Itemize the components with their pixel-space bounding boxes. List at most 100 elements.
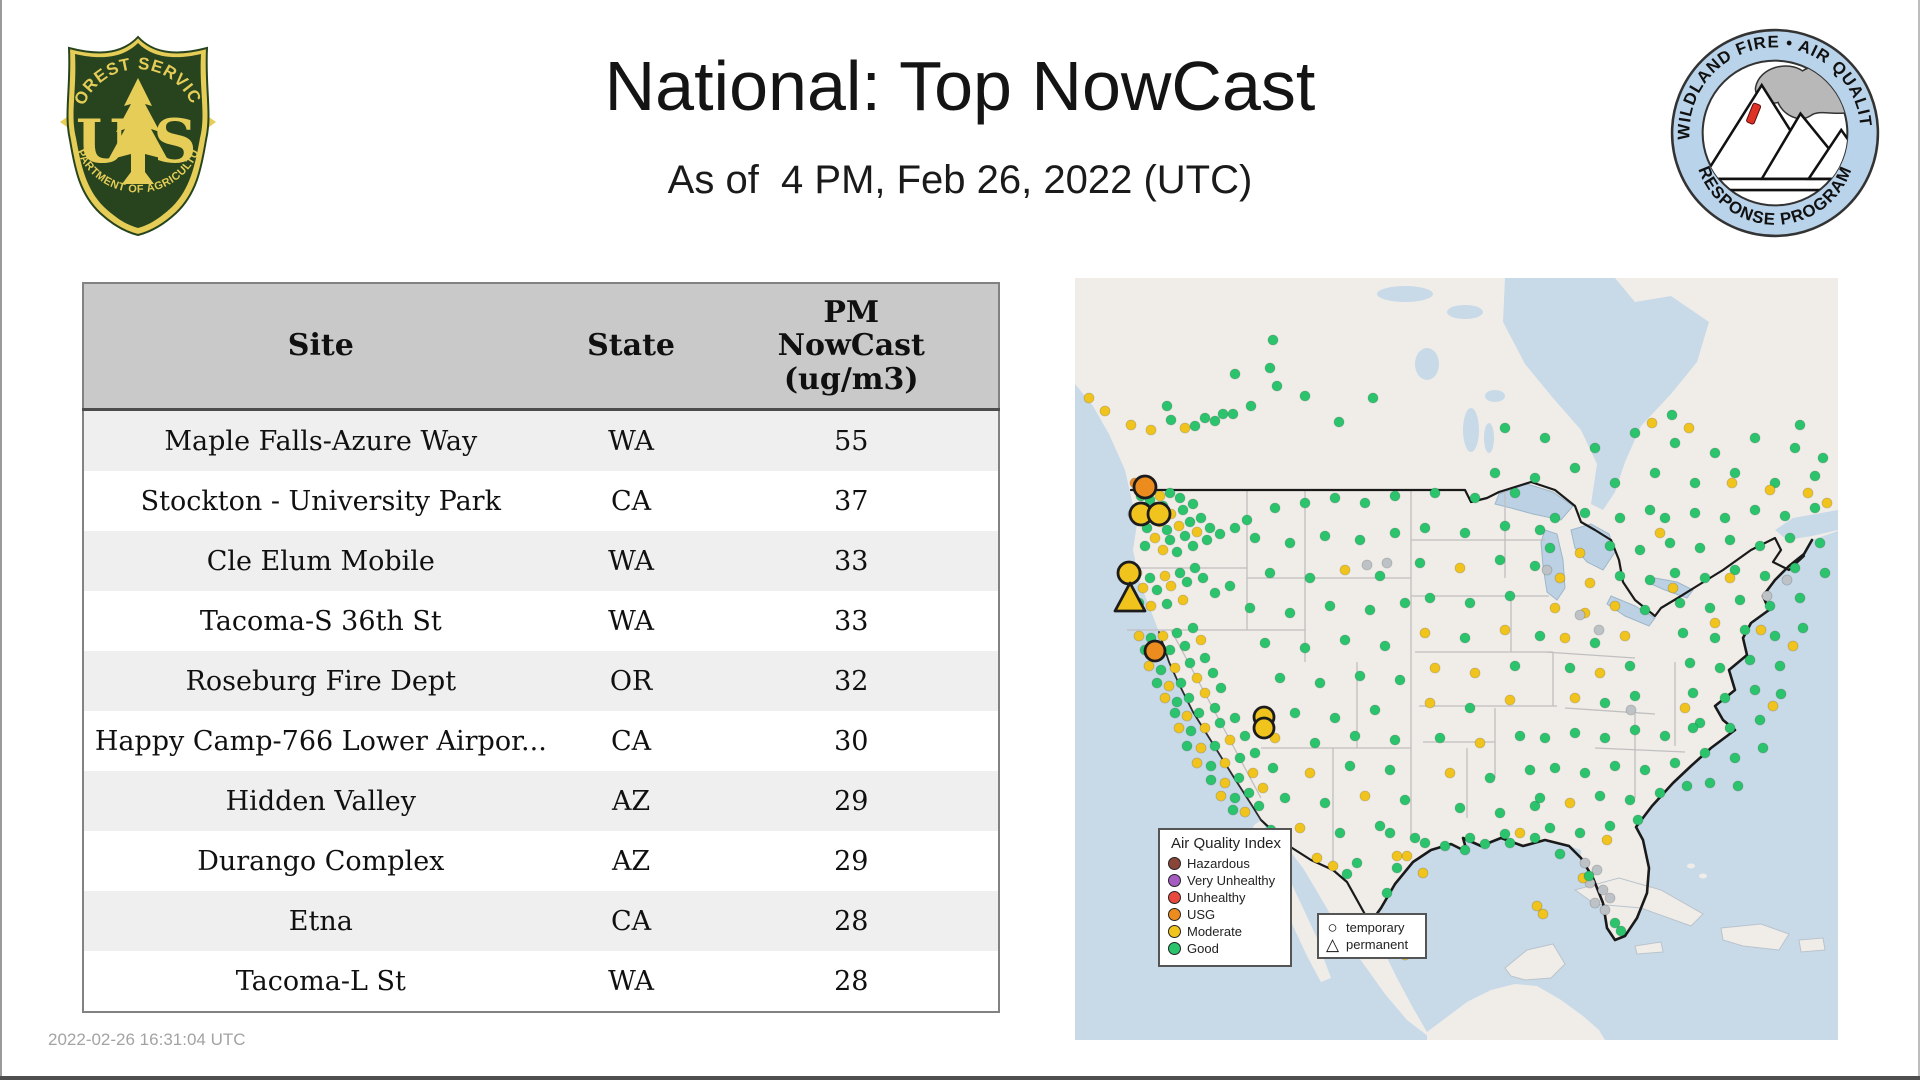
monitor-dot[interactable] xyxy=(1624,660,1636,672)
monitor-dot[interactable] xyxy=(1171,696,1183,708)
monitor-dot[interactable] xyxy=(1684,657,1696,669)
monitor-dot[interactable] xyxy=(1349,730,1361,742)
monitor-dot[interactable] xyxy=(1344,760,1356,772)
monitor-dot[interactable] xyxy=(1319,530,1331,542)
monitor-dot[interactable] xyxy=(1157,544,1169,556)
monitor-dot[interactable] xyxy=(1509,487,1521,499)
monitor-dot[interactable] xyxy=(1689,507,1701,519)
monitor-dot[interactable] xyxy=(1644,574,1656,586)
highlight-marker-circle[interactable] xyxy=(1252,716,1276,740)
monitor-dot[interactable] xyxy=(1179,530,1191,542)
monitor-dot[interactable] xyxy=(1469,667,1481,679)
monitor-dot[interactable] xyxy=(1219,757,1231,769)
monitor-dot[interactable] xyxy=(1604,540,1616,552)
monitor-dot[interactable] xyxy=(1667,582,1679,594)
monitor-dot[interactable] xyxy=(1284,607,1296,619)
monitor-dot[interactable] xyxy=(1164,534,1176,546)
monitor-dot[interactable] xyxy=(1534,630,1546,642)
monitor-dot[interactable] xyxy=(1499,624,1511,636)
monitor-dot[interactable] xyxy=(1541,564,1553,576)
monitor-dot[interactable] xyxy=(1243,787,1255,799)
highlight-marker-circle[interactable] xyxy=(1146,501,1172,527)
monitor-dot[interactable] xyxy=(1569,692,1581,704)
monitor-dot[interactable] xyxy=(1185,725,1197,737)
monitor-dot[interactable] xyxy=(1205,774,1217,786)
monitor-dot[interactable] xyxy=(1171,546,1183,558)
monitor-dot[interactable] xyxy=(1253,800,1265,812)
monitor-dot[interactable] xyxy=(1601,834,1613,846)
monitor-dot[interactable] xyxy=(1687,687,1699,699)
monitor-dot[interactable] xyxy=(1239,730,1251,742)
monitor-dot[interactable] xyxy=(1274,672,1286,684)
monitor-dot[interactable] xyxy=(1334,827,1346,839)
monitor-dot[interactable] xyxy=(1469,492,1481,504)
monitor-dot[interactable] xyxy=(1615,925,1627,937)
monitor-dot[interactable] xyxy=(1247,767,1259,779)
monitor-dot[interactable] xyxy=(1809,502,1821,514)
monitor-dot[interactable] xyxy=(1459,844,1471,856)
monitor-dot[interactable] xyxy=(1187,498,1199,510)
monitor-dot[interactable] xyxy=(1199,652,1211,664)
monitor-dot[interactable] xyxy=(1175,677,1187,689)
monitor-dot[interactable] xyxy=(1245,400,1257,412)
monitor-dot[interactable] xyxy=(1299,497,1311,509)
monitor-dot[interactable] xyxy=(1674,597,1686,609)
monitor-dot[interactable] xyxy=(1767,700,1779,712)
monitor-dot[interactable] xyxy=(1609,600,1621,612)
monitor-dot[interactable] xyxy=(1224,734,1236,746)
monitor-dot[interactable] xyxy=(1514,827,1526,839)
monitor-dot[interactable] xyxy=(1429,662,1441,674)
monitor-dot[interactable] xyxy=(1564,662,1576,674)
monitor-dot[interactable] xyxy=(1171,627,1183,639)
monitor-dot[interactable] xyxy=(1599,697,1611,709)
monitor-dot[interactable] xyxy=(1774,660,1786,672)
monitor-dot[interactable] xyxy=(1215,790,1227,802)
monitor-dot[interactable] xyxy=(1529,472,1541,484)
monitor-dot[interactable] xyxy=(1549,512,1561,524)
monitor-dot[interactable] xyxy=(1709,632,1721,644)
monitor-dot[interactable] xyxy=(1789,562,1801,574)
monitor-dot[interactable] xyxy=(1205,760,1217,772)
monitor-dot[interactable] xyxy=(1309,737,1321,749)
monitor-dot[interactable] xyxy=(1181,710,1193,722)
monitor-dot[interactable] xyxy=(1694,542,1706,554)
monitor-dot[interactable] xyxy=(1666,409,1678,421)
monitor-dot[interactable] xyxy=(1534,524,1546,536)
monitor-dot[interactable] xyxy=(1227,804,1239,816)
monitor-dot[interactable] xyxy=(1794,419,1806,431)
monitor-dot[interactable] xyxy=(1757,742,1769,754)
monitor-dot[interactable] xyxy=(1209,702,1221,714)
monitor-dot[interactable] xyxy=(1534,792,1546,804)
monitor-dot[interactable] xyxy=(1249,747,1261,759)
monitor-dot[interactable] xyxy=(1191,672,1203,684)
monitor-dot[interactable] xyxy=(1579,507,1591,519)
monitor-dot[interactable] xyxy=(1161,598,1173,610)
monitor-dot[interactable] xyxy=(1269,502,1281,514)
monitor-dot[interactable] xyxy=(1197,572,1209,584)
monitor-dot[interactable] xyxy=(1739,624,1751,636)
monitor-dot[interactable] xyxy=(1195,742,1207,754)
monitor-dot[interactable] xyxy=(1632,814,1644,826)
monitor-dot[interactable] xyxy=(1189,420,1201,432)
monitor-dot[interactable] xyxy=(1719,692,1731,704)
monitor-dot[interactable] xyxy=(1304,767,1316,779)
monitor-dot[interactable] xyxy=(1179,640,1191,652)
monitor-dot[interactable] xyxy=(1239,806,1251,818)
monitor-dot[interactable] xyxy=(1329,492,1341,504)
monitor-dot[interactable] xyxy=(1341,868,1353,880)
monitor-dot[interactable] xyxy=(1821,497,1833,509)
monitor-dot[interactable] xyxy=(1604,892,1616,904)
monitor-dot[interactable] xyxy=(1267,334,1279,346)
monitor-dot[interactable] xyxy=(1424,592,1436,604)
monitor-dot[interactable] xyxy=(1329,712,1341,724)
monitor-dot[interactable] xyxy=(1499,520,1511,532)
monitor-dot[interactable] xyxy=(1669,567,1681,579)
monitor-dot[interactable] xyxy=(1629,427,1641,439)
highlight-marker-circle[interactable] xyxy=(1116,560,1142,586)
monitor-dot[interactable] xyxy=(1299,642,1311,654)
monitor-dot[interactable] xyxy=(1654,787,1666,799)
monitor-dot[interactable] xyxy=(1179,422,1191,434)
monitor-dot[interactable] xyxy=(1504,590,1516,602)
monitor-dot[interactable] xyxy=(1484,772,1496,784)
monitor-dot[interactable] xyxy=(1579,767,1591,779)
